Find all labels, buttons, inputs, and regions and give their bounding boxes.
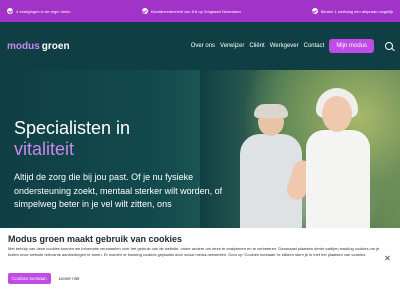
usp-text-2: Klanttevredenheid van 8.8 op Zorgkaart N… xyxy=(150,8,241,14)
main-nav: Over ons Verwijzer Cliënt Werkgever Cont… xyxy=(191,39,393,53)
usp-item: Binnen 1 werkdag een afspraak mogelijk xyxy=(311,8,393,14)
check-icon xyxy=(311,8,318,14)
hero-photo-man-hair xyxy=(254,104,288,118)
mijn-modus-button[interactable]: Mijn modus xyxy=(329,39,374,53)
nav-client[interactable]: Cliënt xyxy=(249,43,264,49)
nav-over-ons[interactable]: Over ons xyxy=(191,43,215,49)
logo-text-1: modus xyxy=(7,40,40,52)
hero-lead-line: simpelweg beter in je vel wilt zitten, o… xyxy=(14,199,172,209)
cookie-banner: Modus groen maakt gebruik van cookies Me… xyxy=(0,228,400,300)
hero-title: Specialisten in xyxy=(14,118,131,138)
check-icon xyxy=(141,8,148,14)
hero-lead-line: Altijd de zorg die bij jou past. Of je n… xyxy=(14,172,194,182)
search-icon[interactable] xyxy=(385,42,393,50)
cookie-text: Met behulp van deze cookies kunnen we in… xyxy=(8,246,380,257)
usp-bar: 4 vestigingen in de regio Venlo Klanttev… xyxy=(0,0,400,22)
hero-title-accent: vitaliteit xyxy=(14,139,75,159)
check-icon xyxy=(7,8,13,14)
usp-text-3: Binnen 1 werkdag een afspraak mogelijk xyxy=(320,8,393,14)
nav-verwijzer[interactable]: Verwijzer xyxy=(220,43,244,49)
site-header: modus groen Over ons Verwijzer Cliënt We… xyxy=(0,22,400,70)
cookie-actions: Cookies toestaan Liever niet xyxy=(8,273,80,284)
usp-text-1: 4 vestigingen in de regio Venlo xyxy=(16,8,71,14)
hero-photo-woman xyxy=(306,130,370,240)
hero-photo-woman-head xyxy=(322,96,352,132)
logo-text-2: groen xyxy=(41,40,70,52)
reject-cookies-link[interactable]: Liever niet xyxy=(59,276,80,281)
nav-werkgever[interactable]: Werkgever xyxy=(270,43,299,49)
accept-cookies-button[interactable]: Cookies toestaan xyxy=(8,273,51,284)
hero-lead: Altijd de zorg die bij jou past. Of je n… xyxy=(14,171,223,212)
logo[interactable]: modus groen xyxy=(7,41,70,52)
cookie-title: Modus groen maakt gebruik van cookies xyxy=(8,234,183,244)
usp-item: Klanttevredenheid van 8.8 op Zorgkaart N… xyxy=(141,8,241,14)
nav-contact[interactable]: Contact xyxy=(304,43,325,49)
close-icon[interactable] xyxy=(384,255,390,261)
hero-lead-line: ondersteuning zoekt, mentaal sterker wil… xyxy=(14,185,223,196)
usp-item: 4 vestigingen in de regio Venlo xyxy=(7,8,70,14)
